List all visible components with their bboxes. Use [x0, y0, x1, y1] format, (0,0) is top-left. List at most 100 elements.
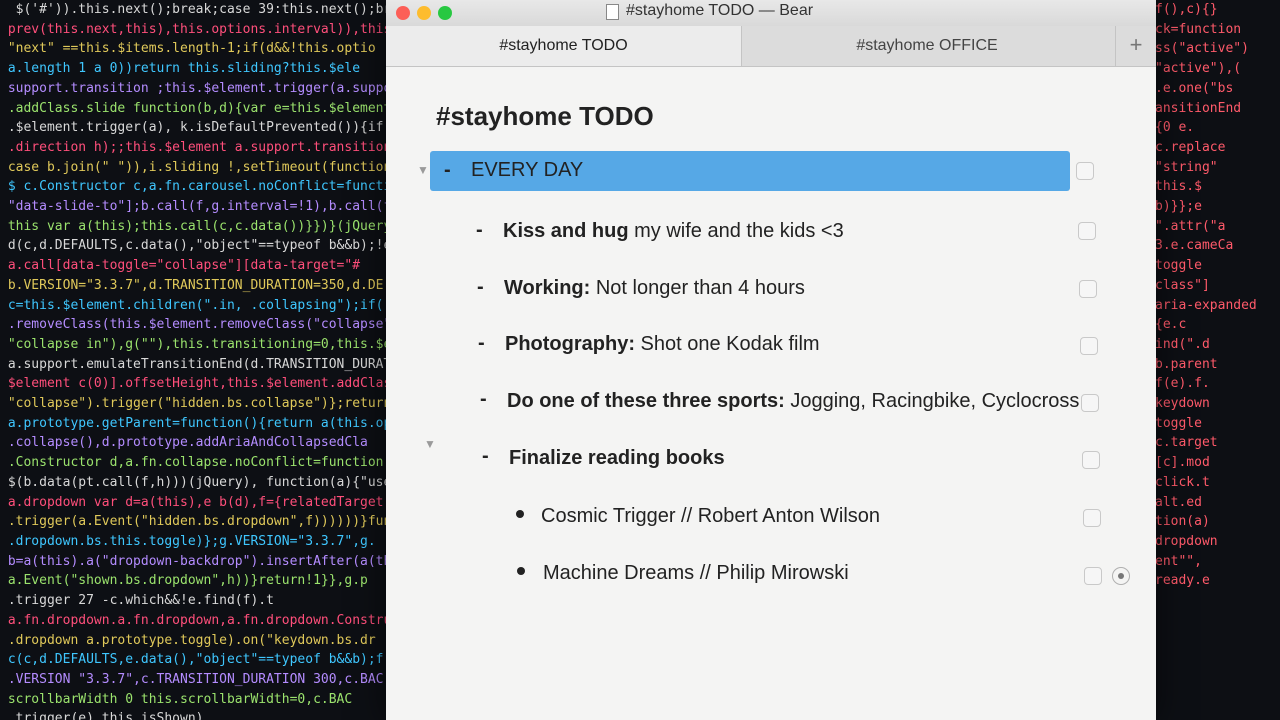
list-item-rest: Jogging, Racingbike, Cyclocross	[784, 390, 1080, 412]
code-line: f(),c){}	[1155, 2, 1218, 17]
code-line: [c].mod	[1155, 455, 1210, 471]
list-item-rest: Not longer than 4 hours	[590, 277, 805, 299]
code-line: aria-expanded	[1155, 297, 1257, 313]
list-item-text: Kiss and hug my wife and the kids <3	[503, 220, 844, 243]
list-dash: -	[476, 219, 483, 241]
todo-row[interactable]: - Do one of these three sports: Jogging,…	[386, 380, 1156, 420]
code-line: .removeClass(this.$element.removeClass("…	[7, 317, 395, 333]
maximize-window-button[interactable]	[438, 6, 452, 20]
code-line: class"]	[1155, 277, 1210, 293]
document-icon	[606, 4, 619, 20]
code-line: "collapse in"),g(""),this.transitioning=…	[0, 336, 392, 352]
code-line: b=a(this).a("dropdown-backdrop").insertA…	[0, 553, 395, 569]
code-line: .trigger 27 -c.which&&!e.find(f).t	[0, 593, 274, 609]
code-line: .dropdown a.prototype.toggle).on("keydow…	[0, 632, 376, 648]
code-line: .Constructor d,a.fn.collapse.noConflict=…	[0, 455, 392, 471]
code-line: 3.e.cameCa	[1155, 238, 1234, 254]
code-line: .$element.trigger(a), k.isDefaultPrevent…	[7, 120, 395, 136]
list-item-text: Do one of these three sports: Jogging, R…	[507, 390, 1079, 413]
add-tab-button[interactable]: +	[1115, 26, 1156, 66]
code-line: a.call[data-toggle="collapse"][data-targ…	[0, 258, 361, 274]
todo-checkbox[interactable]	[1081, 394, 1099, 412]
todo-checkbox[interactable]	[1082, 451, 1100, 469]
code-line: .collapse(),d.prototype.addAriaAndCollap…	[0, 435, 368, 451]
todo-row[interactable]: - Working: Not longer than 4 hours	[386, 268, 1156, 308]
tab-stayhome-office[interactable]: #stayhome OFFICE	[742, 26, 1112, 66]
code-line: "collapse").trigger("hidden.bs.collapse"…	[0, 396, 392, 412]
bullet-row[interactable]: Machine Dreams // Philip Mirowski	[386, 552, 1156, 592]
todo-row[interactable]: ▼ - Finalize reading books	[386, 437, 1156, 477]
list-item-rest: Shot one Kodak film	[635, 333, 820, 355]
code-line: c.replace	[1155, 139, 1226, 155]
list-item-bold: Do one of these three sports:	[507, 390, 785, 412]
list-item-text: Working: Not longer than 4 hours	[504, 277, 805, 300]
list-bullet	[516, 510, 524, 518]
code-line: c=this.$element.children(".in, .collapsi…	[0, 297, 395, 313]
list-bullet	[517, 567, 525, 575]
close-window-button[interactable]	[396, 6, 410, 20]
cursor-target-icon[interactable]	[1112, 567, 1130, 585]
code-line: $('#')).this.next();break;case 39:this.n…	[0, 2, 395, 17]
code-line: "active"),(	[1155, 61, 1242, 77]
code-line: .trigger(e),this.isShown)	[0, 711, 204, 720]
title-bar: #stayhome TODO — Bear	[386, 0, 1156, 26]
code-line: .VERSION "3.3.7",c.TRANSITION_DURATION 3…	[0, 671, 384, 687]
tab-stayhome-todo[interactable]: #stayhome TODO	[386, 26, 742, 66]
code-line: support.transition ;this.$element.trigge…	[0, 80, 395, 96]
fold-toggle-icon[interactable]: ▼	[417, 163, 429, 177]
code-line: ent"",	[1155, 553, 1202, 569]
code-line: a.length 1 a 0))return this.sliding?this…	[0, 61, 361, 77]
code-line: ss("active")	[1155, 41, 1249, 57]
list-item-text: Photography: Shot one Kodak film	[505, 333, 820, 356]
code-line: keydown	[1155, 396, 1210, 412]
code-line: click.t	[1155, 474, 1210, 490]
list-item-text: EVERY DAY	[471, 159, 584, 181]
code-line: .addClass.slide function(b,d){var e=this…	[0, 100, 395, 116]
todo-row[interactable]: - Photography: Shot one Kodak film	[386, 324, 1156, 364]
code-line: .direction h);;this.$element a.support.t…	[7, 139, 395, 155]
todo-checkbox[interactable]	[1080, 337, 1098, 355]
list-item-text: Cosmic Trigger // Robert Anton Wilson	[541, 505, 881, 527]
list-item-text: Finalize reading books	[509, 447, 725, 470]
code-line: "next" ==this.$items.length-1;if(d&&!thi…	[0, 41, 376, 57]
code-line: c.target	[1155, 435, 1218, 451]
code-line: ".attr("a	[1155, 218, 1226, 234]
list-item-text: Machine Dreams // Philip Mirowski	[543, 562, 849, 584]
note-title: #stayhome TODO	[436, 101, 654, 131]
code-line: {e.c	[1155, 317, 1187, 333]
todo-checkbox[interactable]	[1084, 567, 1102, 585]
list-item-rest: my wife and the kids <3	[628, 220, 844, 242]
list-item-bold: Kiss and hug	[503, 220, 629, 242]
bullet-row[interactable]: Cosmic Trigger // Robert Anton Wilson	[386, 495, 1156, 535]
code-line: toggle	[1155, 415, 1202, 431]
code-line: c(c,d.DEFAULTS,e.data(),"object"==typeof…	[0, 652, 395, 668]
note-editor[interactable]: #stayhome TODO ▼ - EVERY DAY - Kiss and …	[386, 67, 1156, 720]
code-line: "data-slide-to"];b.call(f,g.interval=!1)…	[7, 199, 395, 215]
code-line: toggle	[1155, 258, 1202, 274]
code-line: $(b.data(pt.call(f,h)))(jQuery), functio…	[0, 474, 392, 490]
minimize-window-button[interactable]	[417, 6, 431, 20]
todo-checkbox[interactable]	[1078, 222, 1096, 240]
fold-toggle-icon[interactable]: ▼	[424, 437, 436, 451]
code-line: "string"	[1155, 159, 1218, 175]
code-line: d(c,d.DEFAULTS,c.data(),"object"==typeof…	[0, 238, 395, 254]
code-line: .trigger(a.Event("hidden.bs.dropdown",f)…	[0, 514, 395, 530]
code-line: case b.join(" ")),i.sliding !,setTimeout…	[0, 159, 395, 175]
code-line: $ c.Constructor c,a.fn.carousel.noConfli…	[0, 179, 395, 195]
todo-row[interactable]: - Kiss and hug my wife and the kids <3	[386, 211, 1156, 251]
code-line: {0 e.	[1155, 120, 1195, 136]
list-item-bold: Working:	[504, 277, 591, 299]
code-line: a.fn.dropdown.a.fn.dropdown,a.fn.dropdow…	[0, 612, 395, 628]
code-line: b)}};e	[1155, 199, 1202, 215]
code-line: this.$	[1155, 179, 1202, 195]
list-dash: -	[482, 445, 489, 467]
list-dash: -	[480, 388, 487, 410]
todo-checkbox[interactable]	[1083, 509, 1101, 527]
code-line: b.parent	[1155, 356, 1218, 372]
todo-checkbox[interactable]	[1079, 280, 1097, 298]
todo-checkbox[interactable]	[1076, 162, 1094, 180]
window-title: #stayhome TODO — Bear	[626, 2, 814, 19]
code-line: ansitionEnd	[1155, 100, 1242, 116]
code-line: b.VERSION="3.3.7",d.TRANSITION_DURATION=…	[0, 277, 384, 293]
todo-row-every-day[interactable]: ▼ - EVERY DAY	[386, 151, 1156, 191]
